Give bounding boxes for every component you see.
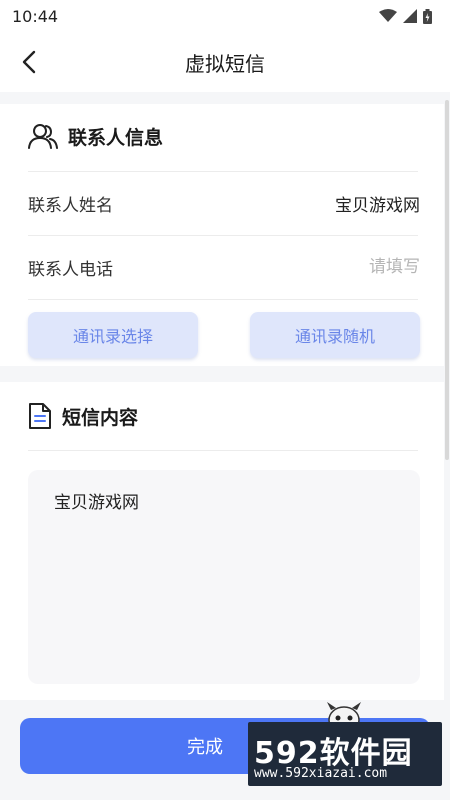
divider [28, 299, 418, 300]
status-time: 10:44 [12, 6, 59, 26]
divider [28, 450, 418, 451]
contacts-choose-button[interactable]: 通讯录选择 [28, 312, 198, 358]
contacts-icon [28, 124, 58, 149]
watermark-url: www.592xiazai.com [254, 766, 388, 781]
contact-phone-input[interactable] [240, 257, 420, 277]
page-title: 虚拟短信 [185, 51, 265, 76]
contacts-random-button[interactable]: 通讯录随机 [250, 312, 420, 358]
back-button[interactable] [14, 46, 44, 78]
status-bar: 10:44 [0, 0, 450, 32]
sms-content-textarea[interactable]: 宝贝游戏网 [28, 470, 420, 684]
contact-info-card: 联系人信息 联系人姓名 宝贝游戏网 联系人电话 通讯录选择 通讯录随机 [0, 104, 444, 366]
sms-content-card: 短信内容 宝贝游戏网 [0, 382, 444, 700]
sms-section-title: 短信内容 [62, 406, 139, 429]
contact-section-title: 联系人信息 [68, 126, 164, 149]
contact-name-label: 联系人姓名 [28, 195, 113, 216]
document-icon [29, 403, 51, 429]
status-icons [379, 8, 432, 24]
battery-icon [423, 8, 432, 24]
contact-phone-row: 联系人电话 [28, 236, 420, 298]
sms-section-header: 短信内容 [28, 402, 138, 430]
nav-bar: 虚拟短信 [0, 32, 450, 92]
contact-section-header: 联系人信息 [28, 122, 163, 150]
wifi-icon [379, 9, 397, 22]
scrollbar[interactable] [445, 100, 449, 460]
watermark-logo: 592软件园 www.592xiazai.com [248, 722, 442, 786]
back-arrow-icon [22, 50, 36, 74]
contact-name-value[interactable]: 宝贝游戏网 [335, 191, 420, 216]
signal-icon [403, 9, 417, 23]
contact-phone-label: 联系人电话 [28, 259, 113, 280]
contact-name-row[interactable]: 联系人姓名 宝贝游戏网 [28, 172, 420, 234]
